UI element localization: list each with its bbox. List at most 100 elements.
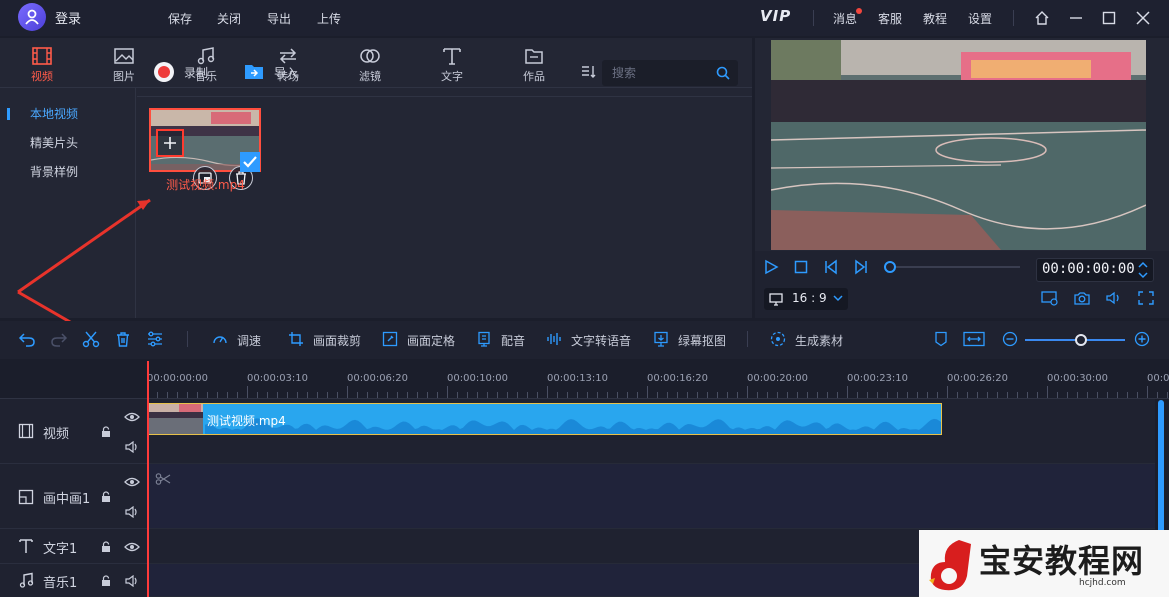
menu-tutorial[interactable]: 教程 [923,10,947,27]
tab-text[interactable]: 文字 [422,46,482,84]
fullscreen-icon[interactable] [1137,290,1155,306]
ruler-tick-label: 00:00:06:20 [347,373,409,384]
screen-settings-icon[interactable] [1041,290,1059,306]
ruler-tick-label: 00:00:23:10 [847,373,909,384]
menu-settings[interactable]: 设置 [968,10,992,27]
ruler-tick-label: 00:00:16:20 [647,373,709,384]
divider [137,96,752,97]
zoom-slider-knob[interactable] [1075,334,1087,346]
camera-icon[interactable] [1073,290,1091,306]
marker-icon[interactable] [934,331,948,347]
preview-video [771,40,1146,250]
home-icon[interactable] [1032,8,1052,28]
delete-icon[interactable] [114,330,132,348]
active-indicator [7,108,10,120]
menu-export[interactable]: 导出 [267,10,291,27]
text-to-speech-icon[interactable] [546,331,562,347]
crop-icon[interactable] [288,331,304,347]
tab-video[interactable]: 视频 [12,46,72,84]
redo-icon[interactable] [50,330,68,348]
play-icon[interactable] [763,259,779,275]
fit-timeline-icon[interactable] [963,331,985,347]
search-icon[interactable] [716,66,730,80]
media-item-name: 测试视频.mp4 [166,178,245,192]
record-icon[interactable] [154,62,174,82]
record-button[interactable]: 录制 [184,64,208,81]
vip-button[interactable]: VIP [760,7,791,25]
eye-icon[interactable] [124,541,140,553]
prev-frame-icon[interactable] [823,259,839,275]
zoom-out-icon[interactable] [1002,331,1018,347]
lock-icon[interactable] [100,541,112,553]
cut-icon[interactable] [82,330,100,348]
zoom-in-icon[interactable] [1134,331,1150,347]
close-icon[interactable] [1133,8,1153,28]
sidebar-item-intro[interactable]: 精美片头 [30,134,78,151]
stop-icon[interactable] [793,259,809,275]
divider [0,463,147,464]
text-to-speech-button[interactable]: 文字转语音 [571,332,631,349]
freeze-frame-icon[interactable] [382,331,398,347]
adjust-icon[interactable] [146,330,164,348]
next-frame-icon[interactable] [853,259,869,275]
minimize-icon[interactable] [1066,8,1086,28]
lock-icon[interactable] [100,426,112,438]
text-icon [443,48,461,65]
menu-messages[interactable]: 消息 [833,10,857,27]
aspect-ratio-value: 16 : 9 [792,291,827,305]
voiceover-icon[interactable] [476,331,492,347]
progress-track[interactable] [890,266,1020,268]
ruler-tick-label: 00:00:13:10 [547,373,609,384]
lock-icon[interactable] [100,575,112,587]
menu-save[interactable]: 保存 [168,10,192,27]
import-icon[interactable] [244,62,264,80]
notification-dot [856,8,862,14]
tab-filter[interactable]: 滤镜 [340,46,400,84]
search-input[interactable] [602,60,702,86]
eye-icon[interactable] [124,476,140,488]
chroma-key-button[interactable]: 绿幕抠图 [678,332,726,349]
speed-icon[interactable] [212,331,228,347]
volume-icon[interactable] [1105,290,1123,306]
ruler-tick-label: 00:00:3 [1147,373,1169,384]
undo-icon[interactable] [18,330,36,348]
voiceover-button[interactable]: 配音 [501,332,525,349]
ruler-tick-label: 00:00:26:20 [947,373,1009,384]
playhead[interactable] [147,361,149,597]
sidebar-item-background[interactable]: 背景样例 [30,163,78,180]
menu-upload[interactable]: 上传 [317,10,341,27]
generate-material-icon[interactable] [770,331,786,347]
watermark-title: 宝安教程网 [979,542,1145,580]
import-button[interactable]: 导入 [274,64,298,81]
freeze-frame-button[interactable]: 画面定格 [407,332,455,349]
selected-check[interactable] [240,152,260,172]
track-name-video: 视频 [43,427,70,442]
chroma-key-icon[interactable] [653,331,669,347]
speaker-icon[interactable] [124,575,140,587]
menu-support[interactable]: 客服 [878,10,902,27]
tab-image[interactable]: 图片 [94,46,154,84]
crop-button[interactable]: 画面裁剪 [313,332,361,349]
login-link[interactable]: 登录 [55,8,81,27]
track-lane-pip[interactable] [147,464,1155,529]
progress-knob[interactable] [884,261,896,273]
menu-close[interactable]: 关闭 [217,10,241,27]
lock-icon[interactable] [100,491,112,503]
speaker-icon[interactable] [124,441,140,453]
scissors-icon[interactable] [155,472,171,486]
add-to-timeline-button[interactable] [156,129,184,157]
sort-icon[interactable] [581,65,597,79]
speaker-icon[interactable] [124,506,140,518]
clip-name: 测试视频.mp4 [207,414,286,428]
tab-works[interactable]: 作品 [504,46,564,84]
ruler-corner [0,359,147,399]
generate-material-button[interactable]: 生成素材 [795,332,843,349]
maximize-icon[interactable] [1099,8,1119,28]
eye-icon[interactable] [124,411,140,423]
folder-icon [525,49,543,64]
timecode-spinner-icon[interactable] [1137,259,1149,281]
watermark-url: hcjhd.com [1079,578,1126,588]
sidebar-item-local-video[interactable]: 本地视频 [30,105,78,122]
speed-button[interactable]: 调速 [237,332,261,349]
film-icon [32,47,52,65]
